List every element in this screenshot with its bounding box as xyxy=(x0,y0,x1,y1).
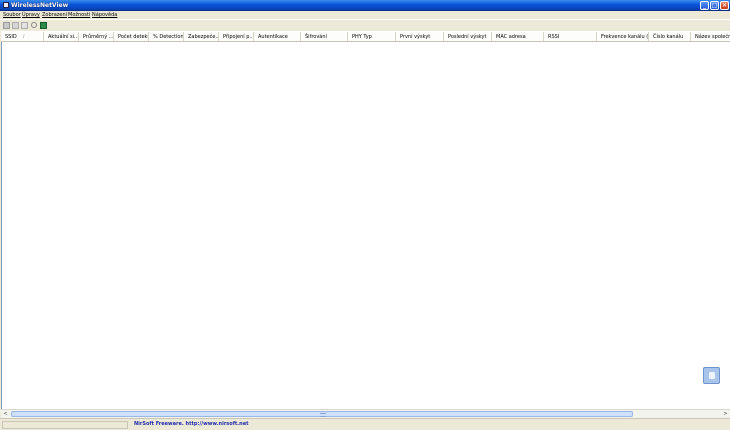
title-bar[interactable]: WirelessNetView _ □ ✕ xyxy=(0,0,730,11)
column-current-signal[interactable]: Aktuální si... xyxy=(44,32,79,41)
network-list[interactable] xyxy=(1,42,730,409)
column-ssid[interactable]: SSID / xyxy=(1,32,44,41)
scroll-left-arrow[interactable]: < xyxy=(1,410,10,418)
scrollbar-grip xyxy=(320,413,326,417)
column-encryption[interactable]: Šifrování xyxy=(301,32,348,41)
html-report-icon[interactable] xyxy=(21,22,28,29)
column-company-name[interactable]: Název společnosti xyxy=(691,32,730,41)
menu-options[interactable]: Možnosti xyxy=(68,12,90,18)
toolbar xyxy=(0,19,730,30)
find-icon[interactable] xyxy=(31,22,38,29)
save-icon[interactable] xyxy=(3,22,10,29)
column-rssi[interactable]: RSSI xyxy=(544,32,597,41)
close-button[interactable]: ✕ xyxy=(720,1,729,10)
column-last-seen[interactable]: Poslední výskyt xyxy=(444,32,492,41)
column-channel-number[interactable]: Číslo kanálu xyxy=(649,32,691,41)
column-detection-count[interactable]: Počet detekcí xyxy=(114,32,149,41)
column-channel-frequency[interactable]: Frekvence kanálu (... xyxy=(597,32,649,41)
menu-file[interactable]: Soubor xyxy=(3,12,21,18)
column-authentication[interactable]: Autentikace xyxy=(254,32,301,41)
status-panel xyxy=(2,421,128,429)
nirsoft-link[interactable]: NirSoft Freeware. http://www.nirsoft.net xyxy=(134,421,249,428)
horizontal-scrollbar[interactable]: < > xyxy=(1,409,730,418)
scrollbar-thumb[interactable] xyxy=(11,411,633,417)
column-average-signal[interactable]: Průměrný ... xyxy=(79,32,114,41)
scroll-up-widget[interactable] xyxy=(703,367,720,384)
scroll-right-arrow[interactable]: > xyxy=(721,410,730,418)
exit-icon[interactable] xyxy=(40,22,47,29)
column-phy-type[interactable]: PHY Typ xyxy=(348,32,396,41)
column-mac-address[interactable]: MAC adresa xyxy=(492,32,544,41)
status-bar: NirSoft Freeware. http://www.nirsoft.net xyxy=(0,418,730,430)
maximize-button[interactable]: □ xyxy=(710,1,719,10)
menu-edit[interactable]: Úpravy xyxy=(22,12,40,18)
column-connection[interactable]: Připojení p... xyxy=(219,32,254,41)
menu-bar: Soubor Úpravy Zobrazení Možnosti Nápověd… xyxy=(0,11,730,19)
column-first-seen[interactable]: První výskyt xyxy=(396,32,444,41)
menu-view[interactable]: Zobrazení xyxy=(42,12,67,18)
column-detection-percent[interactable]: % Detection xyxy=(149,32,184,41)
list-header: SSID / Aktuální si... Průměrný ... Počet… xyxy=(1,31,730,42)
window-title: WirelessNetView xyxy=(11,2,69,9)
column-security[interactable]: Zabezpeče... xyxy=(184,32,219,41)
minimize-button[interactable]: _ xyxy=(700,1,709,10)
sort-indicator: / xyxy=(23,34,25,39)
app-icon xyxy=(3,2,9,8)
copy-icon[interactable] xyxy=(12,22,19,29)
menu-help[interactable]: Nápověda xyxy=(92,12,117,18)
column-label: SSID xyxy=(5,34,17,40)
